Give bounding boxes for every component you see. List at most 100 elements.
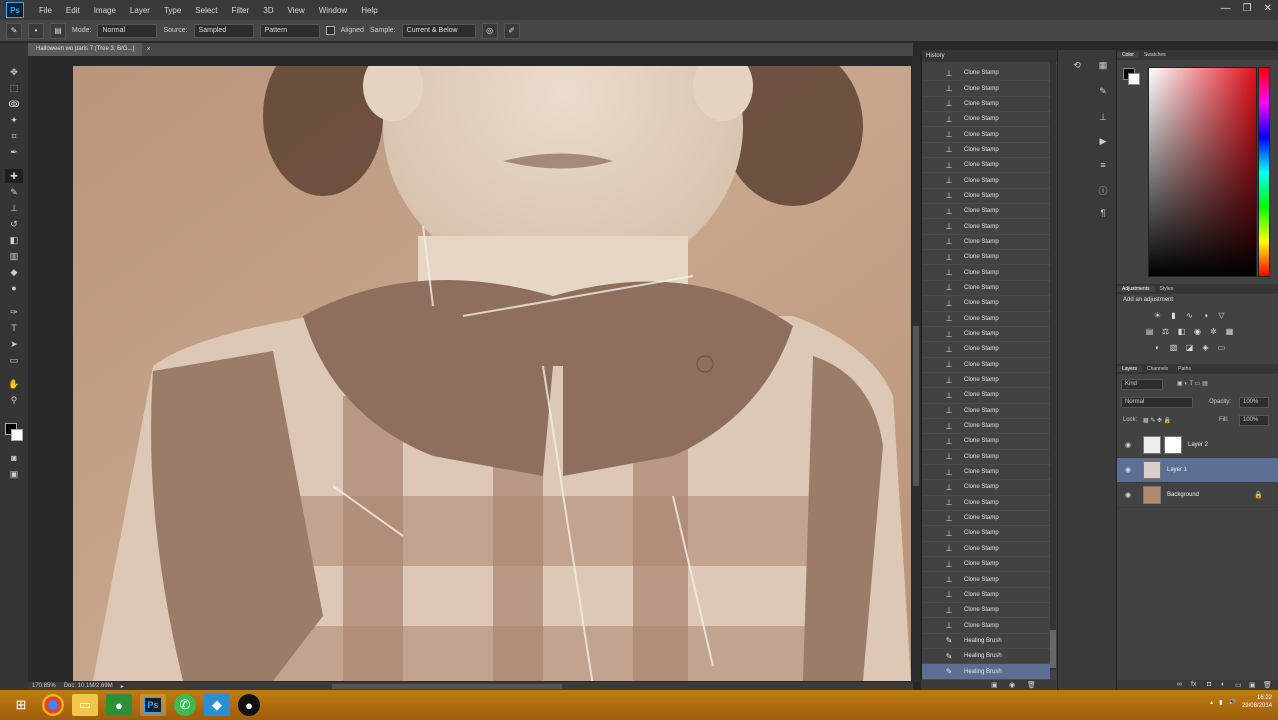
history-item[interactable]: ⊥ Clone Stamp [922,312,1050,327]
tab-adjustments[interactable]: Adjustments [1117,286,1155,292]
hue-saturation-icon[interactable]: ▤ [1145,327,1154,336]
menu-3d[interactable]: 3D [256,6,280,15]
canvas-area[interactable] [28,56,913,682]
invert-icon[interactable]: ◐ [1153,343,1162,352]
brush-tool-icon[interactable]: ✎ [5,185,23,199]
levels-icon[interactable]: ▮ [1169,311,1178,320]
canvas-vertical-scrollbar[interactable] [912,56,920,682]
history-item[interactable]: ⊥ Clone Stamp [922,112,1050,128]
color-balance-icon[interactable]: ⚖ [1161,327,1170,336]
history-item[interactable]: ⊥ Clone Stamp [922,158,1050,174]
delete-state-icon[interactable]: 🗑 [1027,681,1036,689]
tool-preset-picker[interactable]: ✎ [6,22,22,39]
document-tab[interactable]: Halloween wo paris 7 (Tree 3, B/G...) [28,43,143,56]
brightness-contrast-icon[interactable]: ☀ [1153,311,1162,320]
color-swatches[interactable] [5,423,23,441]
history-item[interactable]: ✎ Healing Brush [922,664,1050,680]
visibility-eye-icon[interactable]: ◉ [1123,491,1133,499]
app-green-icon[interactable]: ● [106,694,132,716]
color-lookup-icon[interactable]: ▦ [1225,327,1234,336]
chrome-icon[interactable] [42,694,64,716]
properties-panel-icon[interactable]: ≡ [1096,160,1110,170]
type-tool-icon[interactable]: T [5,321,23,335]
navigator-panel-icon[interactable]: ▦ [1096,60,1110,71]
menu-file[interactable]: File [32,6,59,15]
close-document-icon[interactable]: × [146,46,150,53]
app-dark-icon[interactable]: ● [238,694,260,716]
create-snapshot-icon[interactable]: ◉ [1009,681,1015,689]
quick-mask-icon[interactable]: ◙ [5,451,23,465]
clone-stamp-tool-icon[interactable]: ⊥ [5,201,23,215]
history-item[interactable]: ⊥ Clone Stamp [922,358,1050,373]
close-button[interactable]: ✕ [1264,3,1272,14]
history-item[interactable]: ⊥ Clone Stamp [922,465,1050,481]
add-mask-icon[interactable]: ◘ [1207,681,1211,688]
lock-icons[interactable]: ▦ ✎ ✥ 🔒 [1143,417,1171,424]
history-item[interactable]: ⊥ Clone Stamp [922,434,1050,450]
zoom-level[interactable]: 170.85% [32,683,56,689]
menu-filter[interactable]: Filter [225,6,257,15]
history-scrollbar[interactable] [1050,60,1056,670]
hue-slider[interactable] [1258,67,1270,277]
paragraph-panel-icon[interactable]: ¶ [1096,208,1110,218]
tab-layers[interactable]: Layers [1117,366,1143,372]
zoom-tool-icon[interactable]: ⚲ [5,393,23,407]
history-item[interactable]: ⊥ Clone Stamp [922,143,1050,159]
tab-channels[interactable]: Channels [1142,366,1173,372]
source-pattern-button[interactable]: Pattern [259,23,320,38]
channel-mixer-icon[interactable]: ✲ [1209,327,1218,336]
history-item[interactable]: ✎ Healing Brush [922,634,1050,650]
layer-row-selected[interactable]: ◉ Layer 1 [1117,458,1278,483]
history-item[interactable]: ⊥ Clone Stamp [922,189,1050,205]
link-layers-icon[interactable]: ∞ [1177,681,1182,688]
new-document-from-state-icon[interactable]: ▣ [991,681,998,689]
brush-size-picker[interactable]: • [28,22,44,39]
layer-row[interactable]: ◉ Background 🔒 [1117,483,1278,508]
gradient-tool-icon[interactable]: ▥ [5,249,23,263]
history-item[interactable]: ⊥ Clone Stamp [922,219,1050,235]
history-item[interactable]: ⊥ Clone Stamp [922,66,1050,82]
history-item[interactable]: ⊥ Clone Stamp [922,327,1050,343]
menu-select[interactable]: Select [188,6,224,15]
pressure-size-button[interactable]: ✐ [503,22,520,39]
layer-kind-filter[interactable]: Kind [1121,379,1163,390]
vibrance-icon[interactable]: ▽ [1217,311,1226,320]
history-item[interactable]: ⊥ Clone Stamp [922,480,1050,496]
history-item[interactable]: ⊥ Clone Stamp [922,511,1050,527]
sample-select[interactable]: Current & Below [401,23,476,38]
eyedropper-tool-icon[interactable]: ✒ [5,145,23,159]
history-item[interactable]: ⊥ Clone Stamp [922,235,1050,251]
clock[interactable]: 16:22 29/08/2014 [1242,694,1272,710]
threshold-icon[interactable]: ◪ [1185,343,1194,352]
history-brush-tool-icon[interactable]: ↺ [5,217,23,231]
history-scroll-thumb[interactable] [1050,630,1056,668]
app-blue-icon[interactable]: ◆ [204,694,230,716]
layer-name[interactable]: Layer 2 [1188,442,1208,448]
actions-panel-icon[interactable]: ▶ [1096,136,1110,147]
menu-image[interactable]: Image [87,6,123,15]
history-item[interactable]: ⊥ Clone Stamp [922,618,1050,634]
menu-edit[interactable]: Edit [59,6,87,15]
mode-select[interactable]: Normal [97,23,158,38]
photo-canvas[interactable] [73,66,911,681]
new-group-icon[interactable]: ▭ [1235,681,1242,689]
blur-tool-icon[interactable]: ◆ [5,265,23,279]
info-panel-icon[interactable]: ⓘ [1096,184,1110,197]
dodge-tool-icon[interactable]: ● [5,281,23,295]
layer-row[interactable]: ◉ Layer 2 [1117,433,1278,458]
brush-presets-icon[interactable]: ✎ [1096,86,1110,97]
history-item[interactable]: ⊥ Clone Stamp [922,557,1050,573]
history-panel-title[interactable]: History [926,53,945,59]
visibility-eye-icon[interactable]: ◉ [1123,441,1133,449]
history-item[interactable]: ⊥ Clone Stamp [922,97,1050,113]
shape-tool-icon[interactable]: ▭ [5,353,23,367]
aligned-checkbox[interactable] [325,26,335,35]
history-item[interactable]: ⊥ Clone Stamp [922,127,1050,143]
marquee-tool-icon[interactable]: ⬚ [5,81,23,95]
volume-icon[interactable]: 🔊 [1228,699,1235,706]
curves-icon[interactable]: ∿ [1185,311,1194,320]
background-color-swatch[interactable] [11,429,23,441]
healing-brush-tool-icon[interactable]: ✚ [5,169,23,183]
delete-layer-icon[interactable]: 🗑 [1263,681,1272,689]
tab-styles[interactable]: Styles [1155,286,1179,292]
